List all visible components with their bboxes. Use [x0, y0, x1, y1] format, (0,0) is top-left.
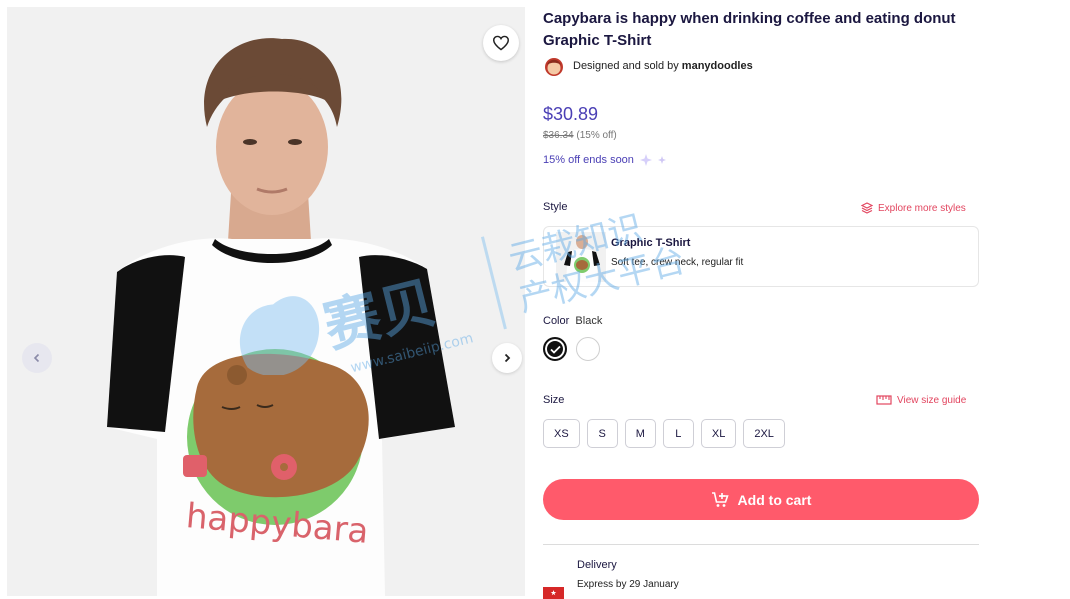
product-photo: happybara: [7, 7, 525, 596]
discount-label: (15% off): [576, 130, 617, 141]
product-title-line1: Capybara is happy when drinking coffee a…: [543, 10, 956, 27]
size-option-xs[interactable]: XS: [543, 419, 580, 448]
size-option-2xl[interactable]: 2XL: [743, 419, 785, 448]
style-thumbnail: [556, 232, 606, 282]
color-selected-value: Black: [575, 315, 603, 327]
flag-icon: [543, 587, 564, 599]
heart-icon: [492, 35, 510, 51]
designed-by-label: Designed and sold by: [573, 60, 679, 72]
color-label: Color Black: [543, 315, 602, 327]
ruler-icon: [876, 395, 892, 405]
style-label: Style: [543, 201, 568, 213]
size-option-l[interactable]: L: [662, 419, 694, 448]
size-option-s[interactable]: S: [586, 419, 618, 448]
size-options: XS S M L XL 2XL: [543, 419, 792, 448]
size-label: Size: [543, 394, 565, 406]
size-guide-link[interactable]: View size guide: [876, 394, 966, 406]
size-guide-text: View size guide: [897, 394, 967, 406]
seller-avatar[interactable]: [543, 55, 565, 77]
previous-image-button[interactable]: [22, 343, 52, 373]
next-image-button[interactable]: [492, 343, 522, 373]
sparkle-icon: [639, 154, 666, 166]
cart-icon: [711, 491, 729, 507]
explore-styles-link[interactable]: Explore more styles: [861, 202, 966, 214]
promo-text: 15% off ends soon: [543, 154, 634, 166]
add-to-cart-label: Add to cart: [737, 491, 812, 508]
size-option-xl[interactable]: XL: [700, 419, 737, 448]
promo-banner: 15% off ends soon: [543, 153, 672, 167]
seller-info: Designed and sold by manydoodles: [543, 55, 753, 77]
color-swatch-black[interactable]: [543, 337, 567, 361]
style-card[interactable]: Graphic T-Shirt Soft tee, crew neck, reg…: [543, 226, 979, 287]
add-to-cart-button[interactable]: Add to cart: [543, 479, 979, 520]
favorite-button[interactable]: [483, 25, 519, 61]
product-title: Capybara is happy when drinking coffee a…: [543, 8, 983, 52]
color-swatch-white[interactable]: [576, 337, 600, 361]
style-name: Graphic T-Shirt: [611, 237, 691, 249]
original-price: $36.34 (15% off): [543, 130, 617, 141]
original-price-value: $36.34: [543, 130, 574, 141]
seller-name-link[interactable]: manydoodles: [682, 60, 753, 72]
delivery-estimate: Express by 29 January: [577, 579, 679, 590]
product-title-line2: Graphic T-Shirt: [543, 32, 652, 49]
product-image-gallery[interactable]: happybara: [7, 7, 525, 596]
style-description: Soft tee, crew neck, regular fit: [611, 257, 744, 268]
chevron-left-icon: [33, 353, 40, 363]
explore-styles-text: Explore more styles: [878, 202, 966, 214]
chevron-right-icon: [504, 353, 511, 363]
layers-icon: [861, 202, 873, 214]
size-option-m[interactable]: M: [624, 419, 656, 448]
color-label-text: Color: [543, 315, 570, 327]
delivery-title: Delivery: [577, 559, 617, 571]
divider: [543, 544, 979, 545]
current-price: $30.89: [543, 104, 599, 124]
check-icon: [549, 345, 561, 354]
